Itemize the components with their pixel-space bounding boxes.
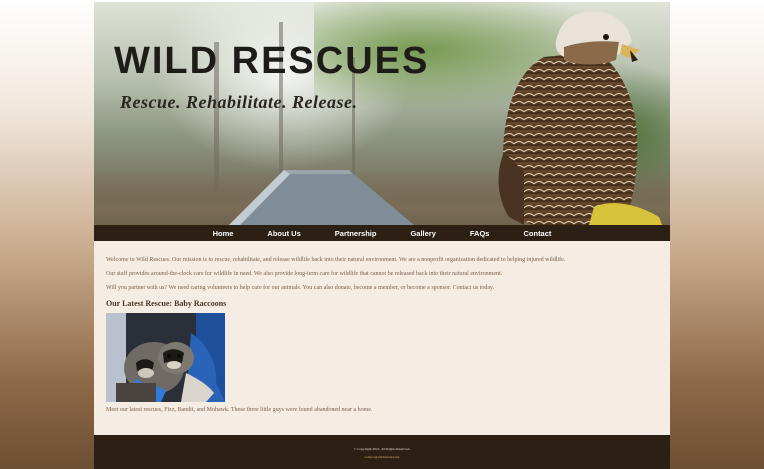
nav-about-link[interactable]: About Us [250,229,317,238]
partner-paragraph: Will you partner with us? We need caring… [106,285,495,291]
site-title: WILD RESCUES [114,40,430,82]
site-footer: © Copyright 2021. All Rights Reserved. c… [94,435,670,469]
contact-email-link[interactable]: contact@wildrescues.net [94,453,670,461]
raccoon-photo [106,313,225,402]
nav-contact-link[interactable]: Contact [506,229,568,238]
main-content: Welcome to Wild Rescues. Our mission is … [106,257,658,421]
nav-faqs-link[interactable]: FAQs [453,229,507,238]
nav-partnership-link[interactable]: Partnership [318,229,394,238]
hero-banner: WILD RESCUES Rescue. Rehabilitate. Relea… [94,2,670,225]
main-nav: Home About Us Partnership Gallery FAQs C… [94,225,670,241]
care-paragraph: Our staff provides around-the-clock care… [106,271,503,277]
page-container: WILD RESCUES Rescue. Rehabilitate. Relea… [94,2,670,469]
site-tagline: Rescue. Rehabilitate. Release. [120,92,358,112]
nav-gallery-link[interactable]: Gallery [393,229,452,238]
latest-rescue-heading: Our Latest Rescue: Baby Raccoons [106,299,227,308]
hawk-image [498,11,662,225]
latest-rescue-caption: Meet our latest rescues, Fizz, Bandit, a… [106,407,373,413]
copyright-text: © Copyright 2021. All Rights Reserved. [353,447,411,451]
intro-paragraph: Welcome to Wild Rescues. Our mission is … [106,257,566,263]
nav-home-link[interactable]: Home [196,229,251,238]
